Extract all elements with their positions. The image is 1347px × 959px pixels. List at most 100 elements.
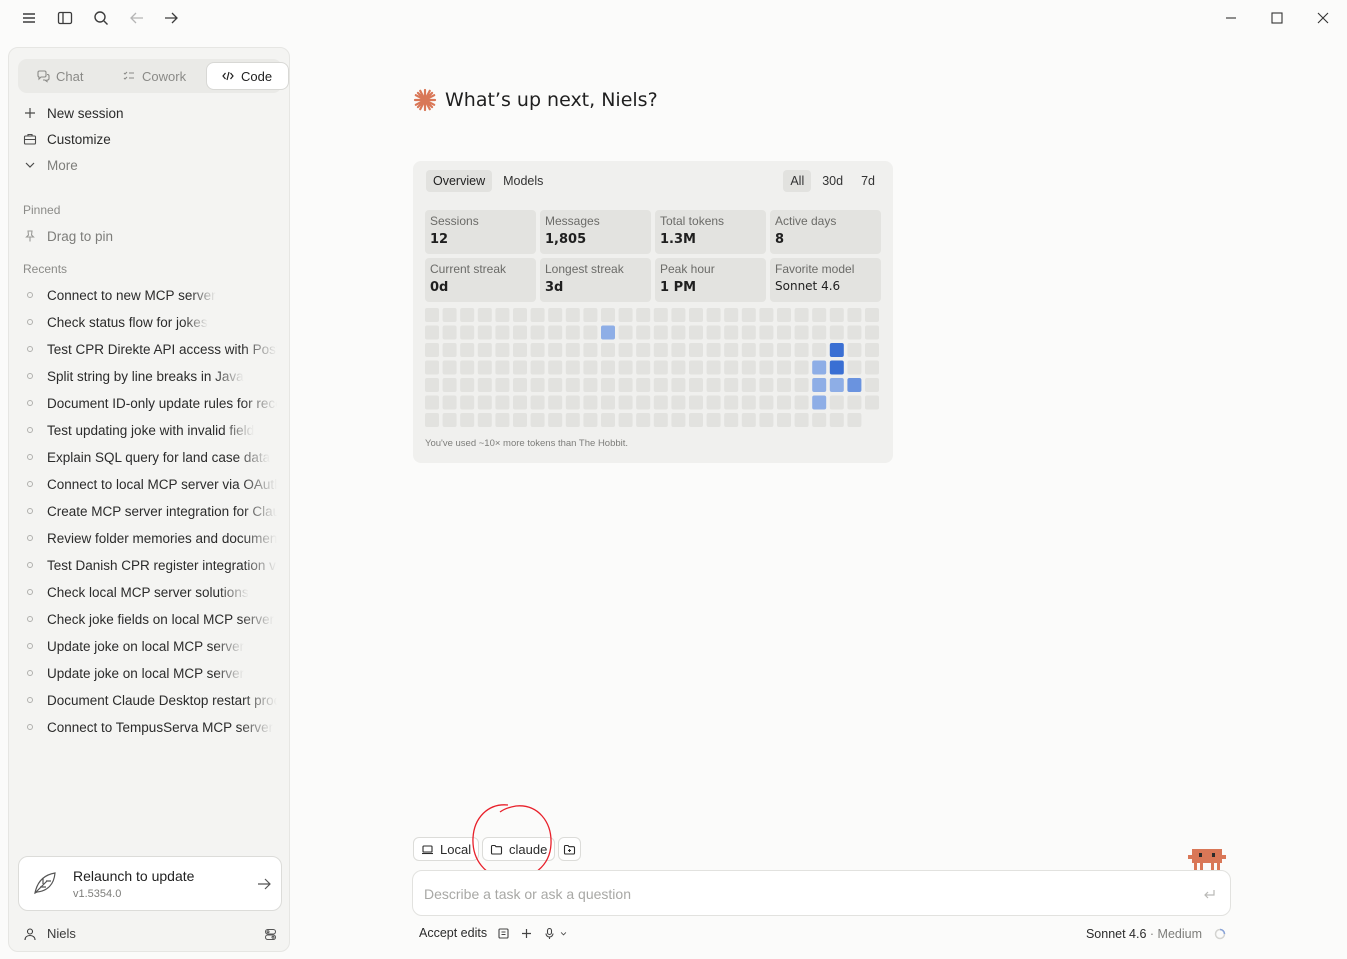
stat-messages: Messages 1,805 bbox=[540, 210, 651, 254]
heatmap-cell bbox=[812, 325, 827, 340]
recent-session-item[interactable]: Update joke on local MCP server bbox=[23, 635, 277, 657]
heatmap-cell bbox=[513, 413, 527, 427]
recent-session-item[interactable]: Check joke fields on local MCP server bbox=[23, 608, 277, 630]
relaunch-update-card[interactable]: Relaunch to update v1.5354.0 bbox=[18, 856, 282, 911]
environment-label: Local bbox=[440, 841, 472, 857]
heatmap-cell bbox=[741, 395, 756, 410]
sidebar-toggle-icon[interactable] bbox=[56, 9, 74, 27]
new-session-button[interactable]: New session bbox=[23, 102, 124, 124]
heatmap-cell bbox=[460, 325, 475, 340]
minimize-icon[interactable] bbox=[1222, 9, 1240, 27]
new-session-label: New session bbox=[47, 105, 124, 121]
close-icon[interactable] bbox=[1314, 9, 1332, 27]
heatmap-cell bbox=[777, 395, 791, 410]
heatmap-cell bbox=[618, 378, 633, 392]
heatmap-cell bbox=[442, 343, 457, 357]
tab-models[interactable]: Models bbox=[496, 170, 550, 192]
loading-spinner-icon bbox=[1214, 928, 1226, 940]
heatmap-cell bbox=[425, 325, 439, 340]
mode-cowork-label: Cowork bbox=[142, 68, 187, 84]
heatmap-cell bbox=[425, 343, 439, 357]
heatmap-cell bbox=[724, 378, 739, 392]
maximize-icon[interactable] bbox=[1268, 9, 1286, 27]
heatmap-cell bbox=[601, 343, 615, 357]
heatmap-cell bbox=[618, 413, 633, 427]
status-dot-icon bbox=[27, 616, 33, 622]
heatmap-cell bbox=[812, 308, 827, 322]
heatmap-cell bbox=[706, 360, 721, 375]
heatmap-cell bbox=[618, 395, 633, 410]
user-menu[interactable]: Niels bbox=[23, 926, 76, 941]
plus-icon[interactable] bbox=[520, 927, 533, 940]
heatmap-cell bbox=[847, 395, 862, 410]
relaunch-title: Relaunch to update bbox=[73, 868, 195, 884]
recent-session-title: Review folder memories and documents bbox=[47, 530, 277, 546]
tab-overview[interactable]: Overview bbox=[426, 170, 493, 192]
heatmap-cell bbox=[495, 378, 510, 392]
heatmap-cell bbox=[706, 308, 721, 322]
status-dot-icon bbox=[27, 724, 33, 730]
microphone-icon[interactable] bbox=[543, 927, 568, 940]
mode-cowork-button[interactable]: Cowork bbox=[108, 62, 204, 90]
more-button[interactable]: More bbox=[23, 154, 78, 176]
heatmap-cell bbox=[777, 308, 791, 322]
heatmap-cell bbox=[565, 395, 580, 410]
heatmap-cell bbox=[565, 413, 580, 427]
recent-session-item[interactable]: Split string by line breaks in Java bbox=[23, 365, 277, 387]
heatmap-cell bbox=[724, 395, 739, 410]
heatmap-cell bbox=[812, 343, 827, 357]
arrow-right-icon bbox=[256, 876, 272, 892]
heatmap-cell-active bbox=[829, 378, 844, 392]
heatmap-cell bbox=[865, 325, 879, 340]
recent-session-item[interactable]: Explain SQL query for land case data bbox=[23, 446, 277, 468]
mode-switch: Chat Cowork Code bbox=[18, 59, 289, 93]
heatmap-cell bbox=[741, 413, 756, 427]
mode-chat-button[interactable]: Chat bbox=[22, 62, 104, 90]
recent-session-item[interactable]: Connect to local MCP server via OAuth bbox=[23, 473, 277, 495]
range-7d[interactable]: 7d bbox=[854, 170, 882, 192]
heatmap-cell bbox=[513, 325, 527, 340]
recent-session-item[interactable]: Test Danish CPR register integration via bbox=[23, 554, 277, 576]
recent-session-item[interactable]: Review folder memories and documents bbox=[23, 527, 277, 549]
recent-session-title: Update joke on local MCP server bbox=[47, 638, 245, 654]
more-label: More bbox=[47, 157, 78, 173]
back-arrow-icon[interactable] bbox=[128, 9, 146, 27]
laptop-icon bbox=[421, 843, 434, 856]
prompt-placeholder: Describe a task or ask a question bbox=[424, 886, 631, 902]
recent-session-item[interactable]: Connect to TempusServa MCP server bbox=[23, 716, 277, 738]
recent-session-item[interactable]: Create MCP server integration for Claude bbox=[23, 500, 277, 522]
prompt-input[interactable]: Describe a task or ask a question bbox=[412, 870, 1231, 916]
mode-icon[interactable] bbox=[497, 927, 510, 940]
recent-session-item[interactable]: Update joke on local MCP server bbox=[23, 662, 277, 684]
settings-grid-icon[interactable] bbox=[264, 928, 277, 941]
menu-icon[interactable] bbox=[20, 9, 38, 27]
recent-session-title: Test CPR Direkte API access with Postman bbox=[47, 341, 277, 357]
recent-session-item[interactable]: Check local MCP server solutions bbox=[23, 581, 277, 603]
recent-session-item[interactable]: Test CPR Direkte API access with Postman bbox=[23, 338, 277, 360]
stat-value: 1 PM bbox=[660, 280, 697, 295]
recent-session-item[interactable]: Document ID-only update rules for record… bbox=[23, 392, 277, 414]
mode-code-button[interactable]: Code bbox=[206, 62, 289, 90]
recent-session-item[interactable]: Document Claude Desktop restart process bbox=[23, 689, 277, 711]
heatmap-cell bbox=[689, 308, 703, 322]
add-folder-button[interactable] bbox=[558, 837, 581, 861]
accept-edits-toggle[interactable]: Accept edits bbox=[419, 926, 487, 940]
recent-session-item[interactable]: Connect to new MCP server bbox=[23, 284, 277, 306]
composer-toolbar: Accept edits bbox=[419, 926, 568, 940]
range-30d[interactable]: 30d bbox=[815, 170, 850, 192]
recent-session-item[interactable]: Check status flow for jokes bbox=[23, 311, 277, 333]
customize-button[interactable]: Customize bbox=[23, 128, 111, 150]
search-icon[interactable] bbox=[92, 9, 110, 27]
range-all[interactable]: All bbox=[783, 170, 812, 192]
recent-session-item[interactable]: Test updating joke with invalid field bbox=[23, 419, 277, 441]
recent-session-title: Connect to local MCP server via OAuth bbox=[47, 476, 277, 492]
heatmap-cell-active bbox=[829, 360, 844, 375]
recents-heading: Recents bbox=[23, 262, 68, 276]
forward-arrow-icon[interactable] bbox=[162, 9, 180, 27]
enter-icon[interactable] bbox=[1202, 887, 1216, 901]
stat-value: 0d bbox=[430, 280, 449, 295]
heatmap-cell bbox=[460, 308, 475, 322]
heatmap-cell bbox=[829, 325, 844, 340]
model-selector[interactable]: Sonnet 4.6 · Medium bbox=[1086, 927, 1202, 941]
heatmap-cell-active bbox=[847, 378, 862, 392]
